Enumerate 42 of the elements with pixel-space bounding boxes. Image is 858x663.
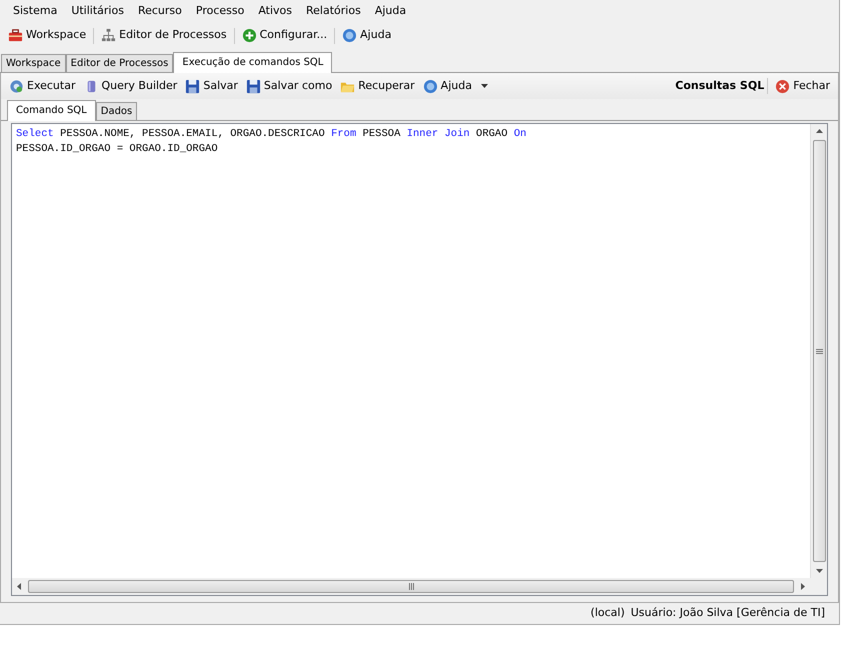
close-icon	[775, 78, 790, 94]
toolbar-button[interactable]: Query Builder	[80, 76, 182, 96]
toolbar-button[interactable]: Editor de Processos	[97, 26, 231, 45]
toolbar-button[interactable]: Salvar como	[242, 76, 336, 96]
toolbar-button[interactable]: Workspace	[4, 26, 90, 45]
horizontal-scrollbar[interactable]	[12, 578, 827, 595]
menu-item[interactable]: Processo	[188, 0, 252, 23]
menu-item[interactable]: Sistema	[6, 0, 64, 23]
status-text: (local)	[590, 605, 625, 622]
menu-item[interactable]: Recurso	[130, 0, 189, 23]
tab[interactable]: Execução de comandos SQL	[173, 52, 332, 73]
save-icon	[185, 78, 200, 94]
menu-item[interactable]: Ajuda	[368, 0, 414, 23]
menu-item[interactable]: Ativos	[251, 0, 300, 23]
grip-icon	[816, 348, 822, 354]
scroll-left-icon[interactable]	[17, 583, 21, 590]
menu-item[interactable]: Relatórios	[299, 0, 368, 23]
scroll-up-icon[interactable]	[816, 129, 822, 133]
code-line: PESSOA.ID_ORGAO = ORGAO.ID_ORGAO	[16, 142, 219, 157]
toolbar-title: Consultas SQL	[675, 78, 764, 94]
tab[interactable]: Editor de Processos	[66, 54, 174, 72]
grip-icon	[408, 583, 414, 590]
toolbox-icon	[8, 28, 23, 43]
status-text: Usuário: João Silva [Gerência de TI]	[630, 605, 825, 622]
toolbar-button[interactable]: Salvar	[181, 76, 242, 96]
toolbar-button[interactable]: Ajuda	[418, 76, 492, 96]
toolbar-button[interactable]: Recuperar	[336, 76, 419, 96]
menu-item[interactable]: Utilitários	[64, 0, 131, 23]
tab[interactable]: Comando SQL	[7, 100, 96, 121]
scroll-down-icon[interactable]	[816, 569, 822, 573]
vertical-scrollbar[interactable]	[810, 124, 827, 578]
toolbar-button[interactable]: Configurar...	[238, 26, 332, 45]
add-icon	[242, 28, 257, 43]
save-icon	[246, 78, 261, 94]
scroll-right-icon[interactable]	[801, 583, 805, 590]
diagram-icon	[101, 28, 116, 43]
toolbar-button[interactable]: Executar	[5, 76, 80, 96]
code-line: Select PESSOA.NOME, PESSOA.EMAIL, ORGAO.DESCRICAO From PESSOA Inner Join ORGAO On	[16, 127, 528, 142]
toolbar-button[interactable]: Ajuda	[338, 26, 396, 45]
tab[interactable]: Workspace	[1, 54, 66, 72]
tab[interactable]: Dados	[96, 102, 138, 120]
close-button[interactable]: Fechar	[771, 76, 834, 96]
